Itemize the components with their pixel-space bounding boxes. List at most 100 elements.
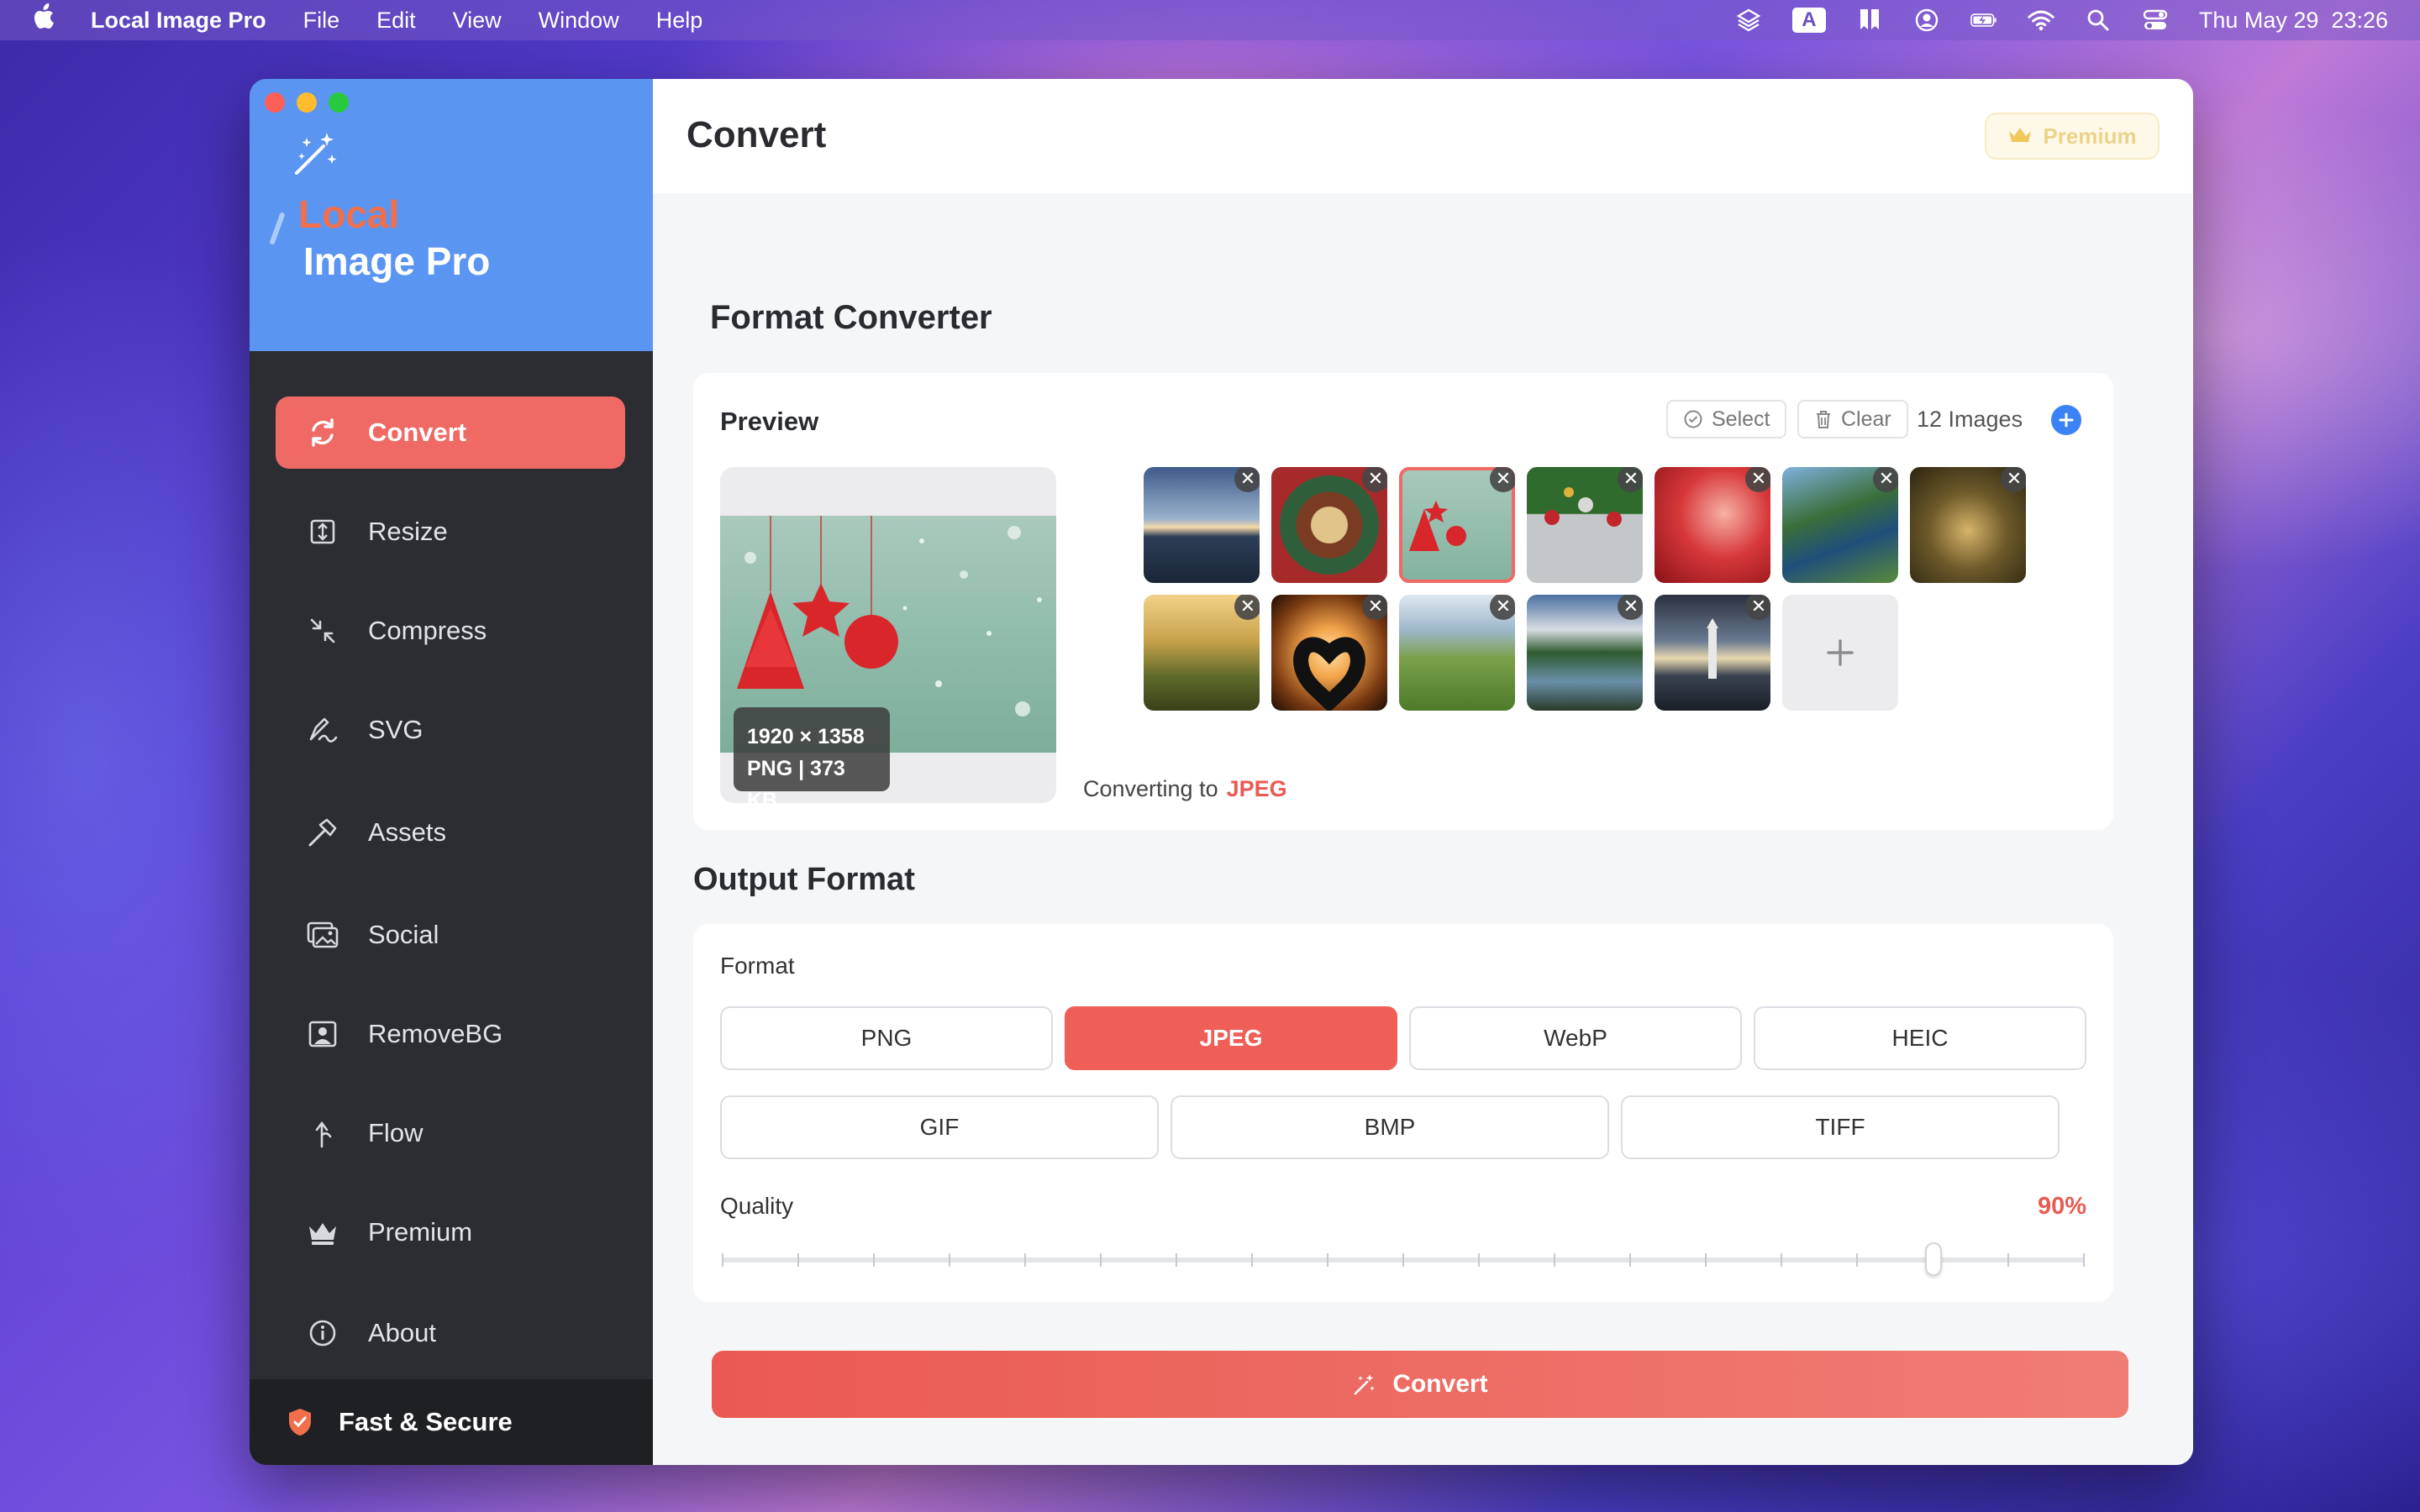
bookmarks-icon[interactable] bbox=[1856, 8, 1883, 33]
sidebar-item-resize[interactable]: Resize bbox=[276, 496, 625, 568]
portrait-icon bbox=[306, 1017, 339, 1051]
slider-tick bbox=[949, 1253, 950, 1267]
preview-card: Preview Select Clear 12 Images 1920 × 13… bbox=[693, 373, 2113, 830]
thumbnail[interactable]: ✕ bbox=[1910, 467, 2026, 583]
format-png-button[interactable]: PNG bbox=[720, 1006, 1053, 1070]
thumbnail[interactable]: ✕ bbox=[1144, 467, 1260, 583]
plus-icon bbox=[2059, 412, 2074, 428]
pen-icon bbox=[306, 713, 339, 747]
slider-tick bbox=[722, 1253, 723, 1267]
remove-thumbnail-icon[interactable]: ✕ bbox=[1618, 467, 1643, 492]
sidebar-item-premium[interactable]: Premium bbox=[276, 1196, 625, 1268]
slider-tick bbox=[1705, 1253, 1707, 1267]
apple-icon[interactable] bbox=[34, 3, 59, 37]
remove-thumbnail-icon[interactable]: ✕ bbox=[1234, 467, 1260, 492]
sidebar-item-assets[interactable]: Assets bbox=[276, 796, 625, 869]
resize-icon bbox=[306, 515, 339, 549]
premium-button[interactable]: Premium bbox=[1985, 113, 2160, 160]
thumbnail[interactable]: ✕ bbox=[1782, 467, 1898, 583]
remove-thumbnail-icon[interactable]: ✕ bbox=[1745, 595, 1770, 620]
format-gif-button[interactable]: GIF bbox=[720, 1095, 1159, 1159]
logo-text-image-pro: Image Pro bbox=[303, 239, 491, 283]
wifi-icon[interactable] bbox=[2028, 8, 2054, 33]
sidebar-item-convert[interactable]: Convert bbox=[276, 396, 625, 469]
menu-edit[interactable]: Edit bbox=[376, 8, 416, 34]
slider-tick bbox=[1629, 1253, 1631, 1267]
remove-thumbnail-icon[interactable]: ✕ bbox=[1362, 467, 1387, 492]
format-tiff-button[interactable]: TIFF bbox=[1621, 1095, 2060, 1159]
sidebar-item-social[interactable]: Social bbox=[276, 899, 625, 971]
crown-icon bbox=[306, 1215, 339, 1249]
format-heic-button[interactable]: HEIC bbox=[1754, 1006, 2086, 1070]
thumbnail-selected[interactable]: ✕ bbox=[1399, 467, 1515, 583]
app-window: Local Image Pro Convert Resize Compress … bbox=[250, 79, 2193, 1465]
thumbnail[interactable]: ✕ bbox=[1655, 467, 1770, 583]
close-window-button[interactable] bbox=[265, 92, 285, 113]
remove-thumbnail-icon[interactable]: ✕ bbox=[1234, 595, 1260, 620]
remove-thumbnail-icon[interactable]: ✕ bbox=[2001, 467, 2026, 492]
sidebar-item-removebg[interactable]: RemoveBG bbox=[276, 998, 625, 1070]
thumbnail[interactable]: ✕ bbox=[1271, 595, 1387, 711]
sidebar-item-label: RemoveBG bbox=[368, 1019, 503, 1048]
slider-tick bbox=[1478, 1253, 1480, 1267]
add-images-button[interactable] bbox=[2051, 405, 2081, 435]
add-thumbnail-button[interactable] bbox=[1782, 595, 1898, 711]
thumbnail[interactable]: ✕ bbox=[1144, 595, 1260, 711]
remove-thumbnail-icon[interactable]: ✕ bbox=[1362, 595, 1387, 620]
top-bar: Convert Premium bbox=[653, 79, 2193, 193]
remove-thumbnail-icon[interactable]: ✕ bbox=[1490, 595, 1515, 620]
sidebar-item-label: Assets bbox=[368, 817, 447, 847]
thumbnail[interactable]: ✕ bbox=[1399, 595, 1515, 711]
quality-slider-thumb[interactable] bbox=[1925, 1242, 1942, 1276]
battery-icon[interactable] bbox=[1970, 8, 1997, 33]
remove-thumbnail-icon[interactable]: ✕ bbox=[1618, 595, 1643, 620]
sidebar-item-svg[interactable]: SVG bbox=[276, 694, 625, 766]
select-button[interactable]: Select bbox=[1666, 400, 1787, 438]
menu-view[interactable]: View bbox=[453, 8, 502, 34]
slider-tick bbox=[2007, 1253, 2009, 1267]
preview-title: Preview bbox=[720, 407, 819, 436]
format-label: Format bbox=[720, 953, 795, 979]
sidebar-item-flow[interactable]: Flow bbox=[276, 1097, 625, 1169]
sidebar-item-compress[interactable]: Compress bbox=[276, 595, 625, 667]
menu-app-name[interactable]: Local Image Pro bbox=[91, 8, 266, 34]
input-source-icon[interactable]: A bbox=[1791, 8, 1826, 33]
thumbnail[interactable]: ✕ bbox=[1655, 595, 1770, 711]
clear-button[interactable]: Clear bbox=[1797, 400, 1908, 438]
slider-tick bbox=[1251, 1253, 1253, 1267]
user-account-icon[interactable] bbox=[1913, 8, 1940, 33]
remove-thumbnail-icon[interactable]: ✕ bbox=[1745, 467, 1770, 492]
quality-slider[interactable] bbox=[722, 1242, 2085, 1276]
crown-icon bbox=[2009, 128, 2032, 142]
sidebar-header: Local Image Pro bbox=[250, 79, 653, 351]
output-format-card: Format PNG JPEG WebP HEIC GIF BMP TIFF Q… bbox=[693, 924, 2113, 1302]
thumbnail[interactable]: ✕ bbox=[1527, 467, 1643, 583]
slider-tick bbox=[1402, 1253, 1404, 1267]
search-icon[interactable] bbox=[2085, 8, 2112, 33]
thumbnail[interactable]: ✕ bbox=[1271, 467, 1387, 583]
remove-thumbnail-icon[interactable]: ✕ bbox=[1873, 467, 1898, 492]
quality-label: Quality bbox=[720, 1193, 794, 1219]
format-webp-button[interactable]: WebP bbox=[1409, 1006, 1742, 1070]
format-jpeg-button[interactable]: JPEG bbox=[1065, 1006, 1397, 1070]
menubar-clock[interactable]: Thu May 29 23:26 bbox=[2199, 8, 2388, 34]
thumbnail[interactable]: ✕ bbox=[1527, 595, 1643, 711]
preview-info-badge: 1920 × 1358 PNG | 373 KB bbox=[734, 707, 890, 803]
clear-label: Clear bbox=[1841, 407, 1891, 431]
minimize-window-button[interactable] bbox=[297, 92, 317, 113]
menu-window[interactable]: Window bbox=[539, 8, 619, 34]
image-stack-icon bbox=[306, 918, 339, 952]
zoom-window-button[interactable] bbox=[329, 92, 349, 113]
slider-tick bbox=[1327, 1253, 1328, 1267]
convert-button[interactable]: Convert bbox=[712, 1351, 2128, 1418]
logo-accent bbox=[269, 212, 286, 245]
sidebar-item-about[interactable]: About bbox=[276, 1297, 625, 1369]
layers-icon[interactable] bbox=[1735, 8, 1762, 33]
menu-help[interactable]: Help bbox=[656, 8, 703, 34]
slider-tick bbox=[797, 1253, 799, 1267]
menu-file[interactable]: File bbox=[303, 8, 340, 34]
format-bmp-button[interactable]: BMP bbox=[1171, 1095, 1609, 1159]
control-center-icon[interactable] bbox=[2142, 8, 2169, 33]
slider-tick bbox=[1024, 1253, 1026, 1267]
remove-thumbnail-icon[interactable]: ✕ bbox=[1490, 467, 1515, 492]
